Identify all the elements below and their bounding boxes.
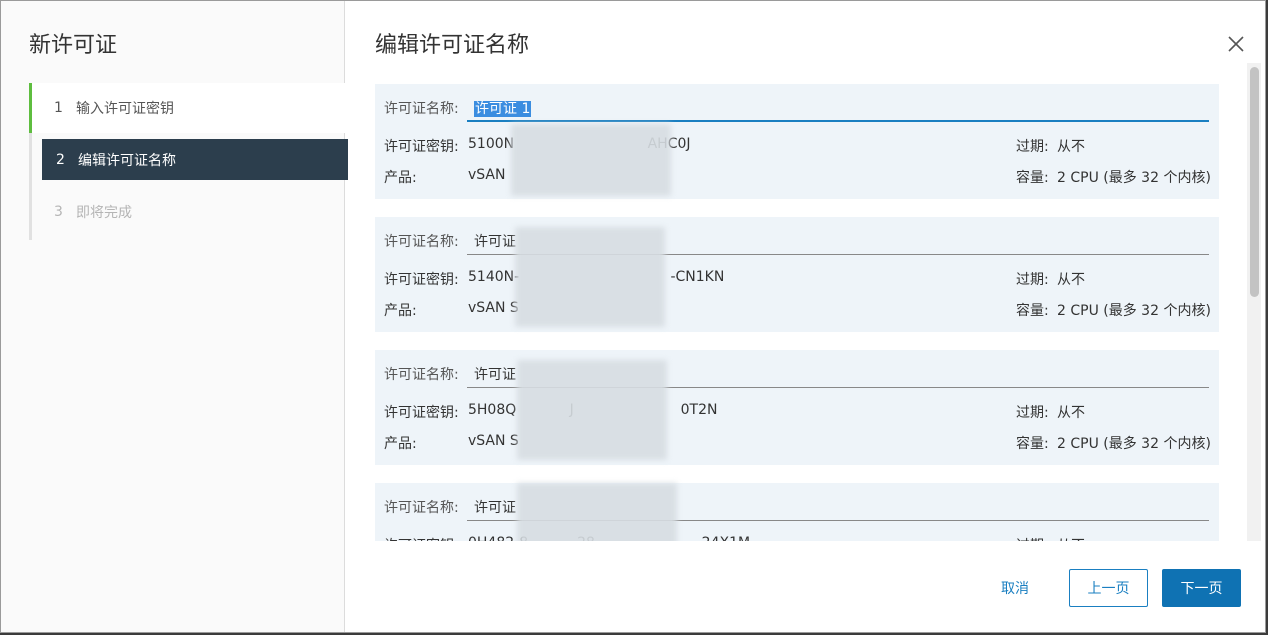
wizard-title: 新许可证	[29, 33, 118, 58]
license-name-label: 许可证名称:	[384, 500, 459, 516]
expires-value: 从不	[1057, 272, 1085, 288]
license-name-label: 许可证名称:	[384, 367, 459, 383]
step-enter-license-key[interactable]: 1 输入许可证密钥	[29, 83, 348, 133]
step-label: 输入许可证密钥	[76, 101, 174, 117]
wizard-main: 编辑许可证名称 许可证名称: 许可证 1 许可证密钥: 5100N AHC0J …	[345, 1, 1265, 632]
expires-label: 过期:	[1016, 272, 1049, 288]
capacity-value: 2 CPU (最多 32 个内核)	[1057, 303, 1211, 319]
step-ready-to-complete: 3 即将完成	[32, 184, 348, 240]
license-card: 许可证名称: 许可证 许可证密钥: 5H08Q J 0T2N 产品: vSAN …	[375, 350, 1219, 465]
new-license-dialog: 新许可证 1 输入许可证密钥 2 编辑许可证名称 3 即将完成 编辑许可证名称	[0, 0, 1266, 633]
product-label: 产品:	[384, 303, 417, 319]
step-label: 编辑许可证名称	[78, 152, 176, 169]
license-name-value: 许可证 1	[474, 101, 532, 117]
step-number: 1	[54, 100, 63, 116]
previous-button[interactable]: 上一页	[1069, 569, 1148, 607]
expires-value: 从不	[1057, 139, 1085, 155]
expires-label: 过期:	[1016, 405, 1049, 421]
license-card: 许可证名称: 许可证 许可证密钥: 5140N- -CN1KN 产品: vSAN…	[375, 217, 1219, 332]
license-key-label: 许可证密钥:	[384, 405, 459, 421]
license-key-label: 许可证密钥:	[384, 272, 459, 288]
scrollbar[interactable]	[1247, 63, 1261, 541]
license-name-input[interactable]: 许可证 1	[467, 96, 1209, 122]
product-value: vSAN	[468, 167, 506, 183]
cancel-button[interactable]: 取消	[985, 569, 1045, 607]
redaction-mask	[515, 227, 665, 327]
product-value: vSAN S	[468, 300, 519, 316]
product-label: 产品:	[384, 170, 417, 186]
capacity-label: 容量:	[1016, 303, 1049, 319]
wizard-nav: 新许可证 1 输入许可证密钥 2 编辑许可证名称 3 即将完成	[1, 1, 348, 632]
capacity-value: 2 CPU (最多 32 个内核)	[1057, 436, 1211, 452]
product-label: 产品:	[384, 436, 417, 452]
step-number: 2	[56, 151, 65, 168]
license-card: 许可证名称: 许可证 1 许可证密钥: 5100N AHC0J 产品: vSAN…	[375, 84, 1219, 199]
license-key-label: 许可证密钥:	[384, 139, 459, 155]
page-title: 编辑许可证名称	[375, 33, 530, 58]
redaction-mask	[511, 124, 671, 196]
license-name-value: 许可证	[474, 500, 516, 516]
license-name-label: 许可证名称:	[384, 101, 459, 117]
step-number: 3	[54, 204, 63, 220]
license-list: 许可证名称: 许可证 1 许可证密钥: 5100N AHC0J 产品: vSAN…	[375, 84, 1219, 541]
license-card: 许可证名称: 许可证 许可证密钥: 0H482-8 28 24X1M 过期: 从…	[375, 483, 1219, 541]
expires-label: 过期:	[1016, 139, 1049, 155]
license-name-label: 许可证名称:	[384, 234, 459, 250]
capacity-value: 2 CPU (最多 32 个内核)	[1057, 170, 1211, 186]
step-edit-license-name[interactable]: 2 编辑许可证名称	[42, 139, 348, 180]
redaction-mask	[517, 483, 677, 541]
wizard-steps: 1 输入许可证密钥 2 编辑许可证名称 3 即将完成	[29, 83, 348, 240]
redaction-mask	[517, 360, 667, 460]
product-value: vSAN S	[468, 433, 519, 449]
license-key-label: 许可证密钥:	[384, 535, 459, 541]
expires-value: 从不	[1057, 535, 1085, 541]
capacity-label: 容量:	[1016, 436, 1049, 452]
scrollbar-thumb[interactable]	[1250, 67, 1259, 297]
next-button[interactable]: 下一页	[1162, 569, 1241, 607]
license-name-value: 许可证	[474, 234, 516, 250]
license-name-value: 许可证	[474, 367, 516, 383]
expires-value: 从不	[1057, 405, 1085, 421]
expires-label: 过期:	[1016, 535, 1049, 541]
close-icon[interactable]	[1225, 33, 1247, 55]
step-label: 即将完成	[76, 205, 132, 221]
capacity-label: 容量:	[1016, 170, 1049, 186]
